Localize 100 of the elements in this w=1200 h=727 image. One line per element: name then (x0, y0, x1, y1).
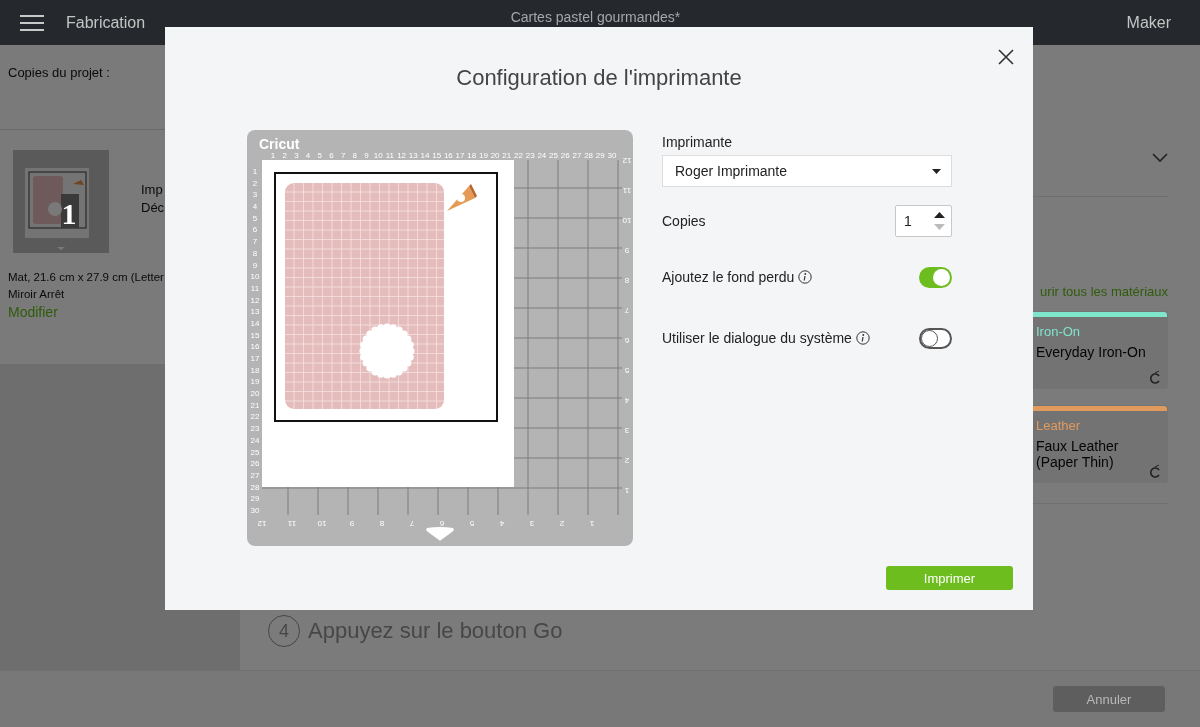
ruler-label: 29 (250, 494, 260, 504)
ruler-label: 2 (624, 456, 630, 465)
ruler-label: 15 (432, 151, 442, 160)
ruler-label: 11 (385, 151, 395, 160)
ruler-label: 6 (252, 225, 258, 235)
ruler-label: 20 (490, 151, 500, 160)
ruler-label: 18 (467, 151, 477, 160)
material-name: Faux Leather (Paper Thin) (1036, 438, 1120, 470)
ruler-label: 5 (624, 366, 630, 375)
ruler-label: 8 (252, 248, 258, 258)
toggle-switch[interactable] (919, 327, 952, 349)
ruler-label: 12 (250, 295, 260, 305)
ruler-label: 1 (624, 486, 630, 495)
ruler-label: 14 (420, 151, 430, 160)
ruler-label: 9 (624, 246, 630, 255)
ruler-label: 8 (379, 519, 385, 528)
ruler-label: 7 (340, 151, 346, 160)
menu-icon[interactable] (20, 14, 44, 31)
ruler-label: 13 (408, 151, 418, 160)
cricut-c-icon (1149, 464, 1161, 478)
ruler-label: 7 (409, 519, 415, 528)
ruler-label: 29 (595, 151, 605, 160)
ruler-label: 6 (624, 336, 630, 345)
dialog-title: Configuration de l'imprimante (455, 65, 743, 92)
ruler-label: 23 (525, 151, 535, 160)
ruler-label: 30 (250, 506, 260, 515)
copies-field[interactable]: 1 (895, 205, 952, 237)
ruler-label: 27 (250, 470, 260, 480)
ruler-label: 12 (397, 151, 407, 160)
option-label: Ajoutez le fond perdu (662, 269, 795, 285)
ruler-label: 1 (270, 151, 276, 160)
cricut-c-icon (1149, 370, 1161, 384)
ruler-label: 22 (250, 412, 260, 422)
ruler-label: 3 (252, 190, 258, 200)
info-icon[interactable] (855, 331, 870, 345)
info-icon[interactable] (798, 270, 813, 284)
ruler-label: 28 (584, 151, 594, 160)
ruler-label: 1 (252, 167, 258, 176)
ruler-label: 21 (502, 151, 512, 160)
project-title: Cartes pastel gourmandes* (509, 8, 682, 25)
thumbnail-numeral: 1 (61, 197, 77, 230)
load-arrow-icon (426, 527, 454, 541)
ruler-label: 4 (305, 151, 311, 160)
ruler-label: 11 (622, 186, 632, 195)
ruler-label: 27 (572, 151, 582, 160)
ruler-label: 22 (514, 151, 523, 160)
material-name: Everyday Iron-On (1036, 344, 1147, 360)
ruler-label: 19 (478, 151, 488, 160)
caret-icon (932, 168, 941, 174)
ruler-label: 13 (250, 307, 260, 317)
ruler-label: 5 (469, 519, 475, 528)
material-category: Leather (1036, 418, 1082, 433)
ruler-label: 30 (607, 151, 617, 160)
ruler-label: 11 (287, 519, 297, 528)
ruler-label: 2 (252, 178, 258, 188)
spinner-icon[interactable] (934, 211, 945, 231)
ruler-label: 4 (499, 519, 505, 528)
print-button[interactable]: Imprimer (886, 566, 1013, 590)
ruler-label: 17 (250, 354, 260, 364)
chevron-down-icon[interactable] (1152, 153, 1168, 163)
ruler-label: 7 (624, 306, 630, 315)
ruler-label: 18 (250, 365, 260, 375)
ruler-label: 10 (250, 272, 260, 282)
option-label: Utiliser le dialogue du système (662, 330, 852, 346)
ruler-label: 16 (443, 151, 453, 160)
toggle-switch[interactable] (919, 266, 952, 288)
ruler-label: 3 (624, 426, 630, 435)
ruler-label: 1 (589, 519, 595, 528)
ruler-label: 7 (252, 237, 258, 247)
pie-slice-icon (447, 184, 477, 211)
ruler-label: 25 (250, 447, 260, 457)
ruler-label: 6 (439, 519, 445, 528)
ruler-label: 8 (624, 276, 630, 285)
ruler-label: 12 (257, 519, 267, 528)
ruler-label: 10 (622, 216, 632, 225)
ruler-label: 24 (537, 151, 547, 160)
ruler-label: 2 (282, 151, 287, 160)
ruler-label: 21 (250, 400, 260, 410)
printer-label: Imprimante (662, 134, 734, 150)
ruler-label: 26 (560, 151, 570, 160)
ruler-label: 17 (455, 151, 465, 160)
ruler-label: 4 (624, 396, 630, 405)
mat-thumbnail-drawing[interactable] (13, 150, 109, 253)
ruler-label: 16 (250, 342, 260, 352)
section-title: Fabrication (66, 13, 146, 32)
ruler-label: 5 (252, 213, 258, 223)
mirror-text: Miroir Arrêt (8, 288, 66, 300)
ruler-label: 25 (549, 151, 558, 160)
ruler-label: 4 (252, 202, 258, 212)
close-icon[interactable] (998, 49, 1014, 65)
mat-label: Déc (141, 200, 165, 215)
mat-label: Imp (141, 182, 164, 197)
copies-label: Copies (662, 213, 706, 229)
ruler-label: 20 (250, 389, 260, 399)
mat-size-text: Mat, 21.6 cm x 27.9 cm (Letter (8, 271, 165, 283)
ruler-label: 3 (529, 519, 535, 528)
ruler-label: 14 (250, 318, 260, 328)
ruler-label: 26 (250, 459, 260, 469)
ruler-label: 6 (329, 151, 334, 160)
printer-select[interactable]: Roger Imprimante (662, 155, 952, 187)
